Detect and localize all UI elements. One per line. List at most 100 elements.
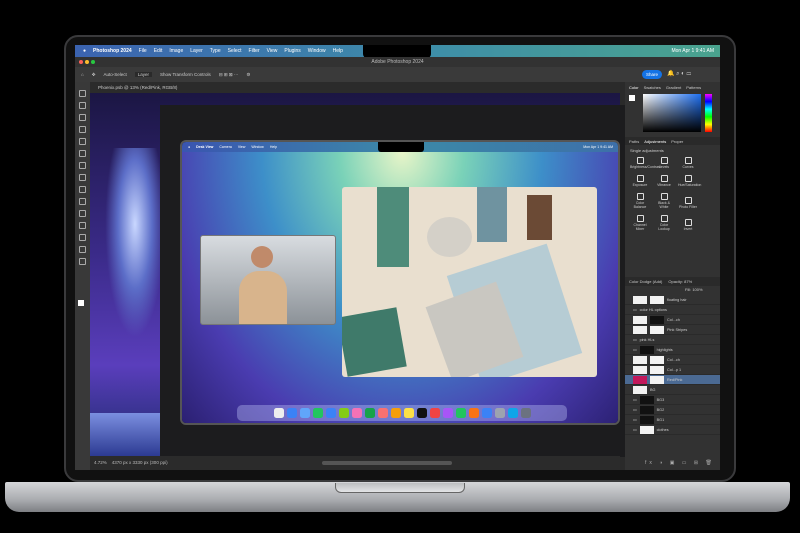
contacts-icon[interactable] [390,408,401,418]
podcasts-icon[interactable] [442,408,453,418]
menu-plugins[interactable]: Plugins [284,48,300,54]
menu-file[interactable]: File [139,48,147,54]
adj-hue-saturation[interactable]: Hue/Saturation [678,175,701,187]
launchpad-icon[interactable] [286,408,297,418]
layer-row[interactable]: Col...ch [625,315,720,325]
pages-icon[interactable] [468,408,479,418]
inner-menu-help[interactable]: Help [270,145,277,149]
trash-icon[interactable] [520,408,531,418]
layer-row[interactable]: Pink Stripes [625,325,720,335]
adj-levels[interactable]: Levels [654,157,674,169]
zoom-button[interactable] [91,60,95,64]
appstore-icon[interactable] [481,408,492,418]
inner-menu-app[interactable]: Desk View [196,145,213,149]
tv-icon[interactable] [416,408,427,418]
path-tool-icon[interactable] [79,222,86,229]
inner-menu-view[interactable]: View [238,145,246,149]
transform-controls-checkbox[interactable]: Show Transform Controls [160,72,211,77]
color-picker-field[interactable] [643,94,701,132]
menu-layer[interactable]: Layer [190,48,203,54]
layer-row[interactable]: Col...ch [625,355,720,365]
notes-icon[interactable] [403,408,414,418]
tab-adjustments[interactable]: Adjustments [644,139,666,144]
menu-help[interactable]: Help [333,48,343,54]
menu-app-name[interactable]: Photoshop 2024 [93,48,132,54]
menu-image[interactable]: Image [169,48,183,54]
apple-icon[interactable]: ● [83,48,86,54]
eyedropper-tool-icon[interactable] [79,138,86,145]
downloads-icon[interactable] [507,408,518,418]
home-icon[interactable]: ⌂ [81,72,84,77]
marquee-tool-icon[interactable] [79,102,86,109]
auto-select-checkbox[interactable]: Auto-Select [104,72,127,77]
calendar-icon[interactable] [377,408,388,418]
menu-type[interactable]: Type [210,48,221,54]
adj-exposure[interactable]: Exposure [630,175,650,187]
menu-filter[interactable]: Filter [249,48,260,54]
document-tab[interactable]: Phoenix.psb @ 13% (Red/Pink, RGB/8) [90,82,620,93]
layer-row[interactable]: BG [625,385,720,395]
messages-icon[interactable] [312,408,323,418]
maps-icon[interactable] [338,408,349,418]
adj-brightness[interactable]: Brightness/Contrast [630,157,661,169]
minimize-button[interactable] [85,60,89,64]
tab-paths[interactable]: Paths [629,139,639,144]
numbers-icon[interactable] [455,408,466,418]
adj-color-lookup[interactable]: Color Lookup [654,215,674,231]
brush-tool-icon[interactable] [79,150,86,157]
layer-dropdown[interactable]: Layer [134,72,153,77]
move-tool-icon[interactable]: ✥ [92,72,96,78]
safari-icon[interactable] [299,408,310,418]
adj-channel-mixer[interactable]: Channel Mixer [630,215,650,231]
foreground-color-swatch[interactable] [629,95,635,101]
hand-tool-icon[interactable] [79,246,86,253]
tab-swatches[interactable]: Swatches [644,85,661,90]
share-button[interactable]: Share [642,70,662,79]
settings-icon[interactable] [494,408,505,418]
adj-curves[interactable]: Curves [678,157,698,169]
type-tool-icon[interactable] [79,210,86,217]
inner-menu-window[interactable]: Window [251,145,263,149]
adj-black-white[interactable]: Black & White [654,193,674,209]
menu-view[interactable]: View [267,48,278,54]
menu-edit[interactable]: Edit [154,48,163,54]
foreground-color-swatch[interactable] [78,300,84,306]
fill-field[interactable]: Fill: 100% [685,287,703,292]
finder-icon[interactable] [273,408,284,418]
layer-row-selected[interactable]: Red/Pink [625,375,720,385]
zoom-level[interactable]: 4.72% [94,460,107,465]
layer-group-row[interactable]: ▭ BG1 [625,415,720,425]
layer-row[interactable]: Col...p 1 [625,365,720,375]
layer-actions-icons[interactable]: fx ◑ ▣ ▭ ⊞ 🗑 [645,460,715,466]
blend-mode-dropdown[interactable]: Color Dodge (Add) [629,279,662,284]
layer-group-row[interactable]: ▭ BG3 [625,395,720,405]
apple-icon[interactable]: ● [188,145,190,149]
tab-color[interactable]: Color [629,85,639,90]
opacity-field[interactable]: Opacity: 87% [668,279,692,284]
menu-window[interactable]: Window [308,48,326,54]
inner-menu-camera[interactable]: Camera [219,145,231,149]
menu-select[interactable]: Select [228,48,242,54]
zoom-tool-icon[interactable] [79,258,86,265]
music-icon[interactable] [429,408,440,418]
video-call-window[interactable] [200,235,336,325]
lasso-tool-icon[interactable] [79,114,86,121]
stamp-tool-icon[interactable] [79,162,86,169]
hue-slider[interactable] [705,94,712,132]
adj-color-balance[interactable]: Color Balance [630,193,650,209]
move-tool-icon[interactable] [79,90,86,97]
desk-view-window[interactable] [342,187,597,377]
horizontal-scrollbar[interactable] [322,461,452,465]
pen-tool-icon[interactable] [79,198,86,205]
align-icons[interactable]: ⊟ ⊞ ⊠ ⋯ [219,72,239,78]
close-button[interactable] [79,60,83,64]
gradient-tool-icon[interactable] [79,186,86,193]
mail-icon[interactable] [325,408,336,418]
gear-icon[interactable]: ⚙ [246,72,250,78]
crop-tool-icon[interactable] [79,126,86,133]
adj-photo-filter[interactable]: Photo Filter [678,197,698,209]
layer-group-row[interactable]: ▭ color HL options [625,305,720,315]
search-icon[interactable]: 🔔 ⌕ ◐ ▭ [667,70,691,78]
tab-patterns[interactable]: Patterns [686,85,701,90]
adj-invert[interactable]: Invert [678,219,698,231]
